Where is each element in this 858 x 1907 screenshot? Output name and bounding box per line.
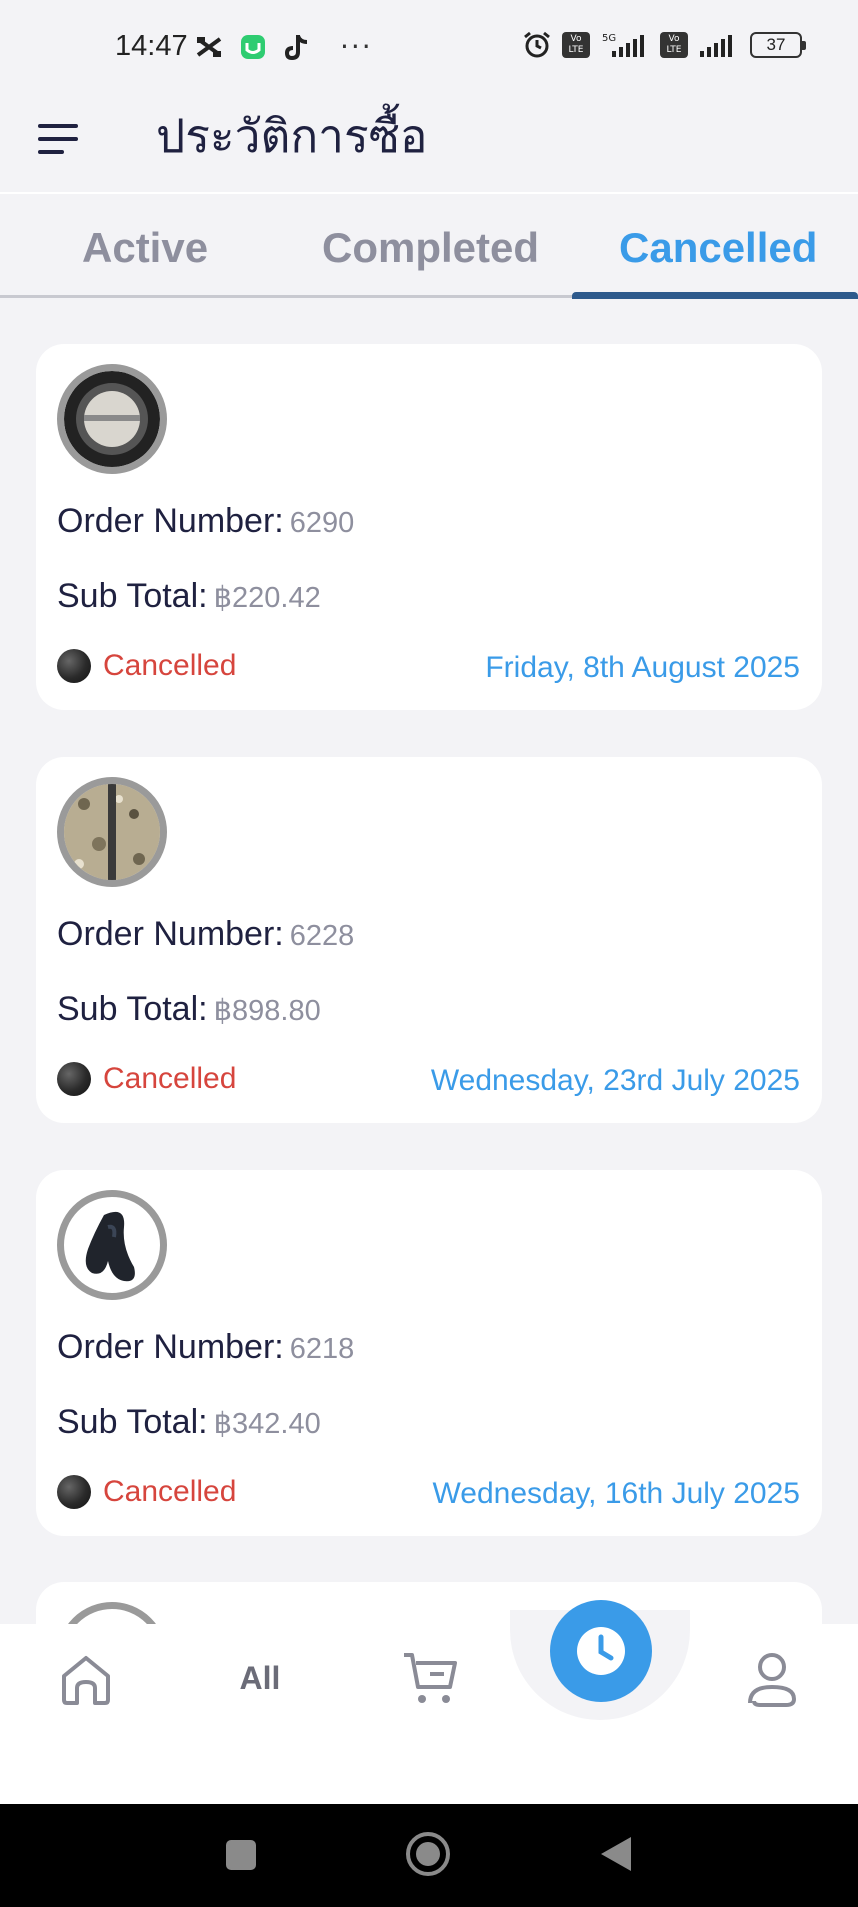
home-system-button[interactable] [404,1830,452,1878]
order-date: Wednesday, 16th July 2025 [432,1477,800,1510]
order-date: Friday, 8th August 2025 [485,651,800,684]
tiktok-icon [282,32,312,62]
sub-total-row: Sub Total: ฿898.80 [57,990,321,1029]
order-thumbnail [57,364,167,474]
sub-total-row: Sub Total: ฿342.40 [57,1403,321,1442]
order-status: Cancelled [57,649,236,683]
tab-completed[interactable]: Completed [322,224,539,272]
order-status: Cancelled [57,1062,236,1096]
order-number-row: Order Number: 6290 [57,502,354,541]
sub-total-label: Sub Total: [57,990,208,1028]
sub-total-value: ฿898.80 [213,995,321,1027]
signal-5g-icon: 5G [600,30,650,60]
order-thumbnail [57,777,167,887]
order-tabs: Active Completed Cancelled [0,196,858,299]
status-dot-icon [57,1062,91,1096]
volte-badge-2: Vo LTE [660,32,688,58]
order-card[interactable]: Order Number: 6290 Sub Total: ฿220.42 Canc… [36,344,822,710]
status-dot-icon [57,649,91,683]
status-bar: 14:47 ··· Vo LTE 5G Vo LTE 37 [0,0,858,96]
history-button[interactable] [550,1600,652,1702]
sub-total-label: Sub Total: [57,577,208,615]
order-thumbnail [57,1190,167,1300]
home-icon[interactable] [56,1648,116,1708]
history-icon [577,1627,625,1675]
menu-line [38,137,78,141]
nav-all-button[interactable]: All [220,1652,300,1704]
order-date: Wednesday, 23rd July 2025 [430,1064,800,1097]
order-number-label: Order Number: [57,1328,284,1366]
order-status: Cancelled [57,1475,236,1509]
app-header: ประวัติการซื้อ [0,96,858,194]
menu-line [38,124,78,128]
order-number-value: 6228 [289,920,355,952]
tab-indicator [572,292,858,299]
back-button[interactable] [598,1834,634,1874]
menu-line [38,150,64,154]
status-text: Cancelled [103,1475,237,1508]
app-notification-icon [238,32,268,62]
cart-icon[interactable] [398,1648,462,1708]
status-text: Cancelled [103,1062,237,1095]
order-card[interactable]: Order Number: 6228 Sub Total: ฿898.80 Canc… [36,757,822,1123]
menu-button[interactable] [38,115,86,163]
order-number-label: Order Number: [57,915,284,953]
order-number-label: Order Number: [57,502,284,540]
recent-apps-button[interactable] [224,1838,258,1872]
order-card[interactable]: Order Number: 6218 Sub Total: ฿342.40 Canc… [36,1170,822,1536]
system-nav-bar [0,1804,858,1907]
sub-total-row: Sub Total: ฿220.42 [57,577,321,616]
svg-text:5G: 5G [602,33,616,44]
order-number-row: Order Number: 6228 [57,915,354,954]
status-left-icons: ··· [194,30,373,63]
capcut-icon [194,32,224,62]
status-text: Cancelled [103,649,237,682]
status-time: 14:47 [115,30,188,62]
alarm-icon [522,30,552,60]
status-dot-icon [57,1475,91,1509]
order-number-row: Order Number: 6218 [57,1328,354,1367]
sub-total-label: Sub Total: [57,1403,208,1441]
signal-icon [698,30,740,60]
tab-cancelled[interactable]: Cancelled [619,224,817,272]
page-title: ประวัติการซื้อ [156,109,428,163]
battery-indicator: 37 [750,32,806,58]
order-number-value: 6218 [289,1333,355,1365]
sub-total-value: ฿342.40 [213,1408,321,1440]
status-right-icons: Vo LTE 5G Vo LTE 37 [522,30,806,60]
tab-active[interactable]: Active [82,224,208,272]
more-notifications: ··· [340,30,373,63]
volte-badge: Vo LTE [562,32,590,58]
order-number-value: 6290 [289,507,355,539]
sub-total-value: ฿220.42 [213,582,321,614]
profile-icon[interactable] [742,1648,802,1710]
